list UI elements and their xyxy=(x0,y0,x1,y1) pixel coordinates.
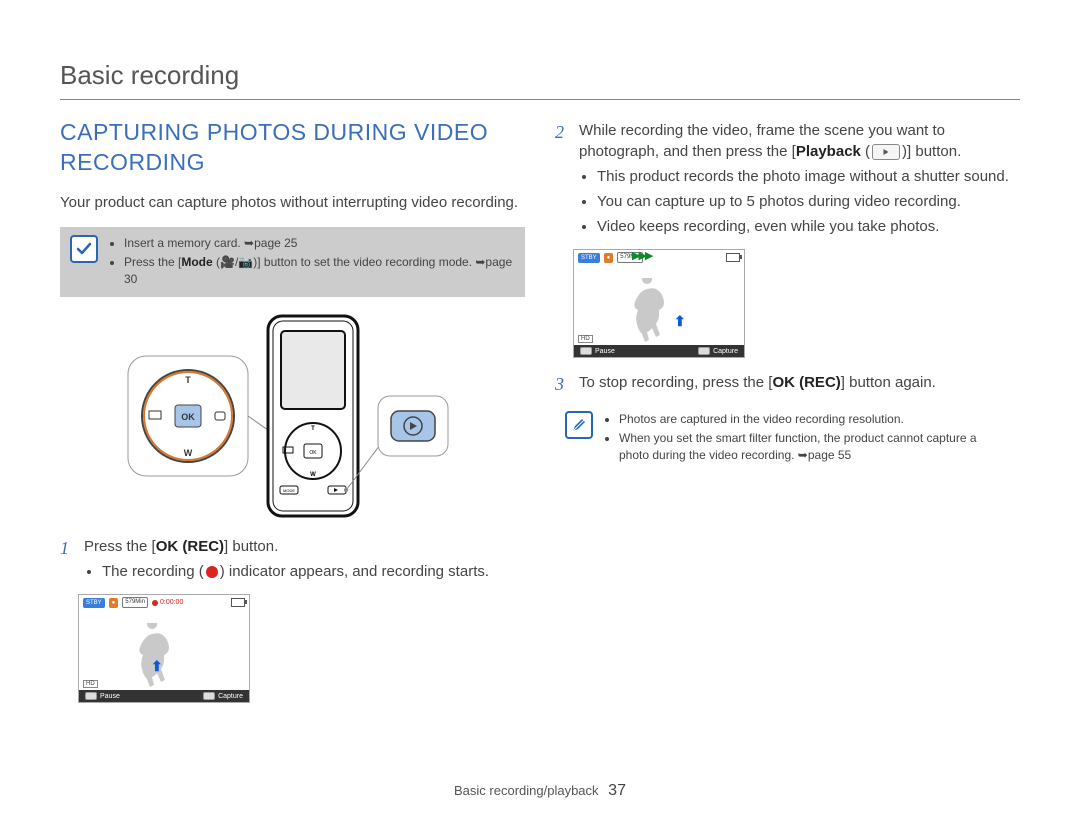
svg-text:OK: OK xyxy=(181,412,195,422)
rec-badge-icon: ● xyxy=(604,253,614,263)
svg-text:T: T xyxy=(185,375,191,385)
page-number: 37 xyxy=(608,782,626,799)
step-1-text: Press the [OK (REC)] button. xyxy=(84,536,525,557)
rec-badge-icon: ● xyxy=(109,598,119,608)
device-illustration: OK T W OK T W xyxy=(60,311,525,526)
record-indicator-icon xyxy=(206,566,218,578)
end-note-item-2: When you set the smart filter function, … xyxy=(619,430,1008,464)
lcd-screenshot-1: STBY ● 579Min 0:00:00 ⬆ HD Pause Capt xyxy=(78,594,250,703)
svg-text:T: T xyxy=(311,426,315,432)
rec-time: 0:00:00 xyxy=(152,599,183,606)
header-rule xyxy=(60,99,1020,100)
step-3: 3 To stop recording, press the [OK (REC)… xyxy=(555,372,1020,397)
check-icon xyxy=(70,235,98,263)
stby-badge: STBY xyxy=(578,253,600,263)
end-note-item-1: Photos are captured in the video recordi… xyxy=(619,411,1008,428)
pause-label: Pause xyxy=(580,347,615,355)
stby-badge: STBY xyxy=(83,598,105,608)
hd-badge: HD xyxy=(83,680,98,688)
svg-text:W: W xyxy=(310,472,316,478)
step-2-text: While recording the video, frame the sce… xyxy=(579,120,1020,162)
capture-label: Capture xyxy=(698,347,738,355)
svg-text:OK: OK xyxy=(309,450,317,456)
fast-forward-icon: ▶▶▶ xyxy=(632,249,651,262)
end-note: Photos are captured in the video recordi… xyxy=(555,403,1020,473)
step-3-text: To stop recording, press the [OK (REC)] … xyxy=(579,372,1020,393)
step-1-number: 1 xyxy=(60,536,74,586)
step-3-number: 3 xyxy=(555,372,569,397)
intro-text: Your product can capture photos without … xyxy=(60,193,525,213)
right-column: 2 While recording the video, frame the s… xyxy=(555,114,1020,717)
playback-icon xyxy=(872,144,900,160)
step-1: 1 Press the [OK (REC)] button. The recor… xyxy=(60,536,525,586)
prerequisite-note: Insert a memory card. ➥page 25 Press the… xyxy=(60,227,525,297)
pause-label: Pause xyxy=(85,692,120,700)
battery-icon xyxy=(726,253,740,262)
pencil-note-icon xyxy=(565,411,593,439)
prereq-item-2: Press the [Mode (🎥/📷)] button to set the… xyxy=(124,254,513,288)
prereq-item-1: Insert a memory card. ➥page 25 xyxy=(124,235,513,252)
section-heading: CAPTURING PHOTOS DURING VIDEO RECORDING xyxy=(60,118,525,178)
arrow-up-icon: ⬆ xyxy=(151,658,163,675)
arrow-up-icon: ⬆ xyxy=(674,313,686,330)
step-1-bullet: The recording () indicator appears, and … xyxy=(102,561,525,582)
time-remaining: 579Min xyxy=(122,597,148,608)
step-2-bullet-3: Video keeps recording, even while you ta… xyxy=(597,216,1020,237)
svg-text:MODE: MODE xyxy=(283,488,295,493)
left-column: CAPTURING PHOTOS DURING VIDEO RECORDING … xyxy=(60,114,525,717)
step-2-number: 2 xyxy=(555,120,569,241)
lcd-screenshot-2: STBY ● 579Min ▶▶▶ ⬆ HD Pause Capture xyxy=(573,249,745,358)
page-footer: Basic recording/playback 37 xyxy=(0,782,1080,800)
figure-silhouette xyxy=(134,623,174,688)
step-2-bullet-2: You can capture up to 5 photos during vi… xyxy=(597,191,1020,212)
footer-label: Basic recording/playback xyxy=(454,783,599,798)
step-2: 2 While recording the video, frame the s… xyxy=(555,120,1020,241)
hd-badge: HD xyxy=(578,335,593,343)
battery-icon xyxy=(231,598,245,607)
svg-text:W: W xyxy=(183,448,192,458)
figure-silhouette xyxy=(629,278,669,343)
step-2-bullet-1: This product records the photo image wit… xyxy=(597,166,1020,187)
capture-label: Capture xyxy=(203,692,243,700)
page-header: Basic recording xyxy=(60,60,1020,91)
